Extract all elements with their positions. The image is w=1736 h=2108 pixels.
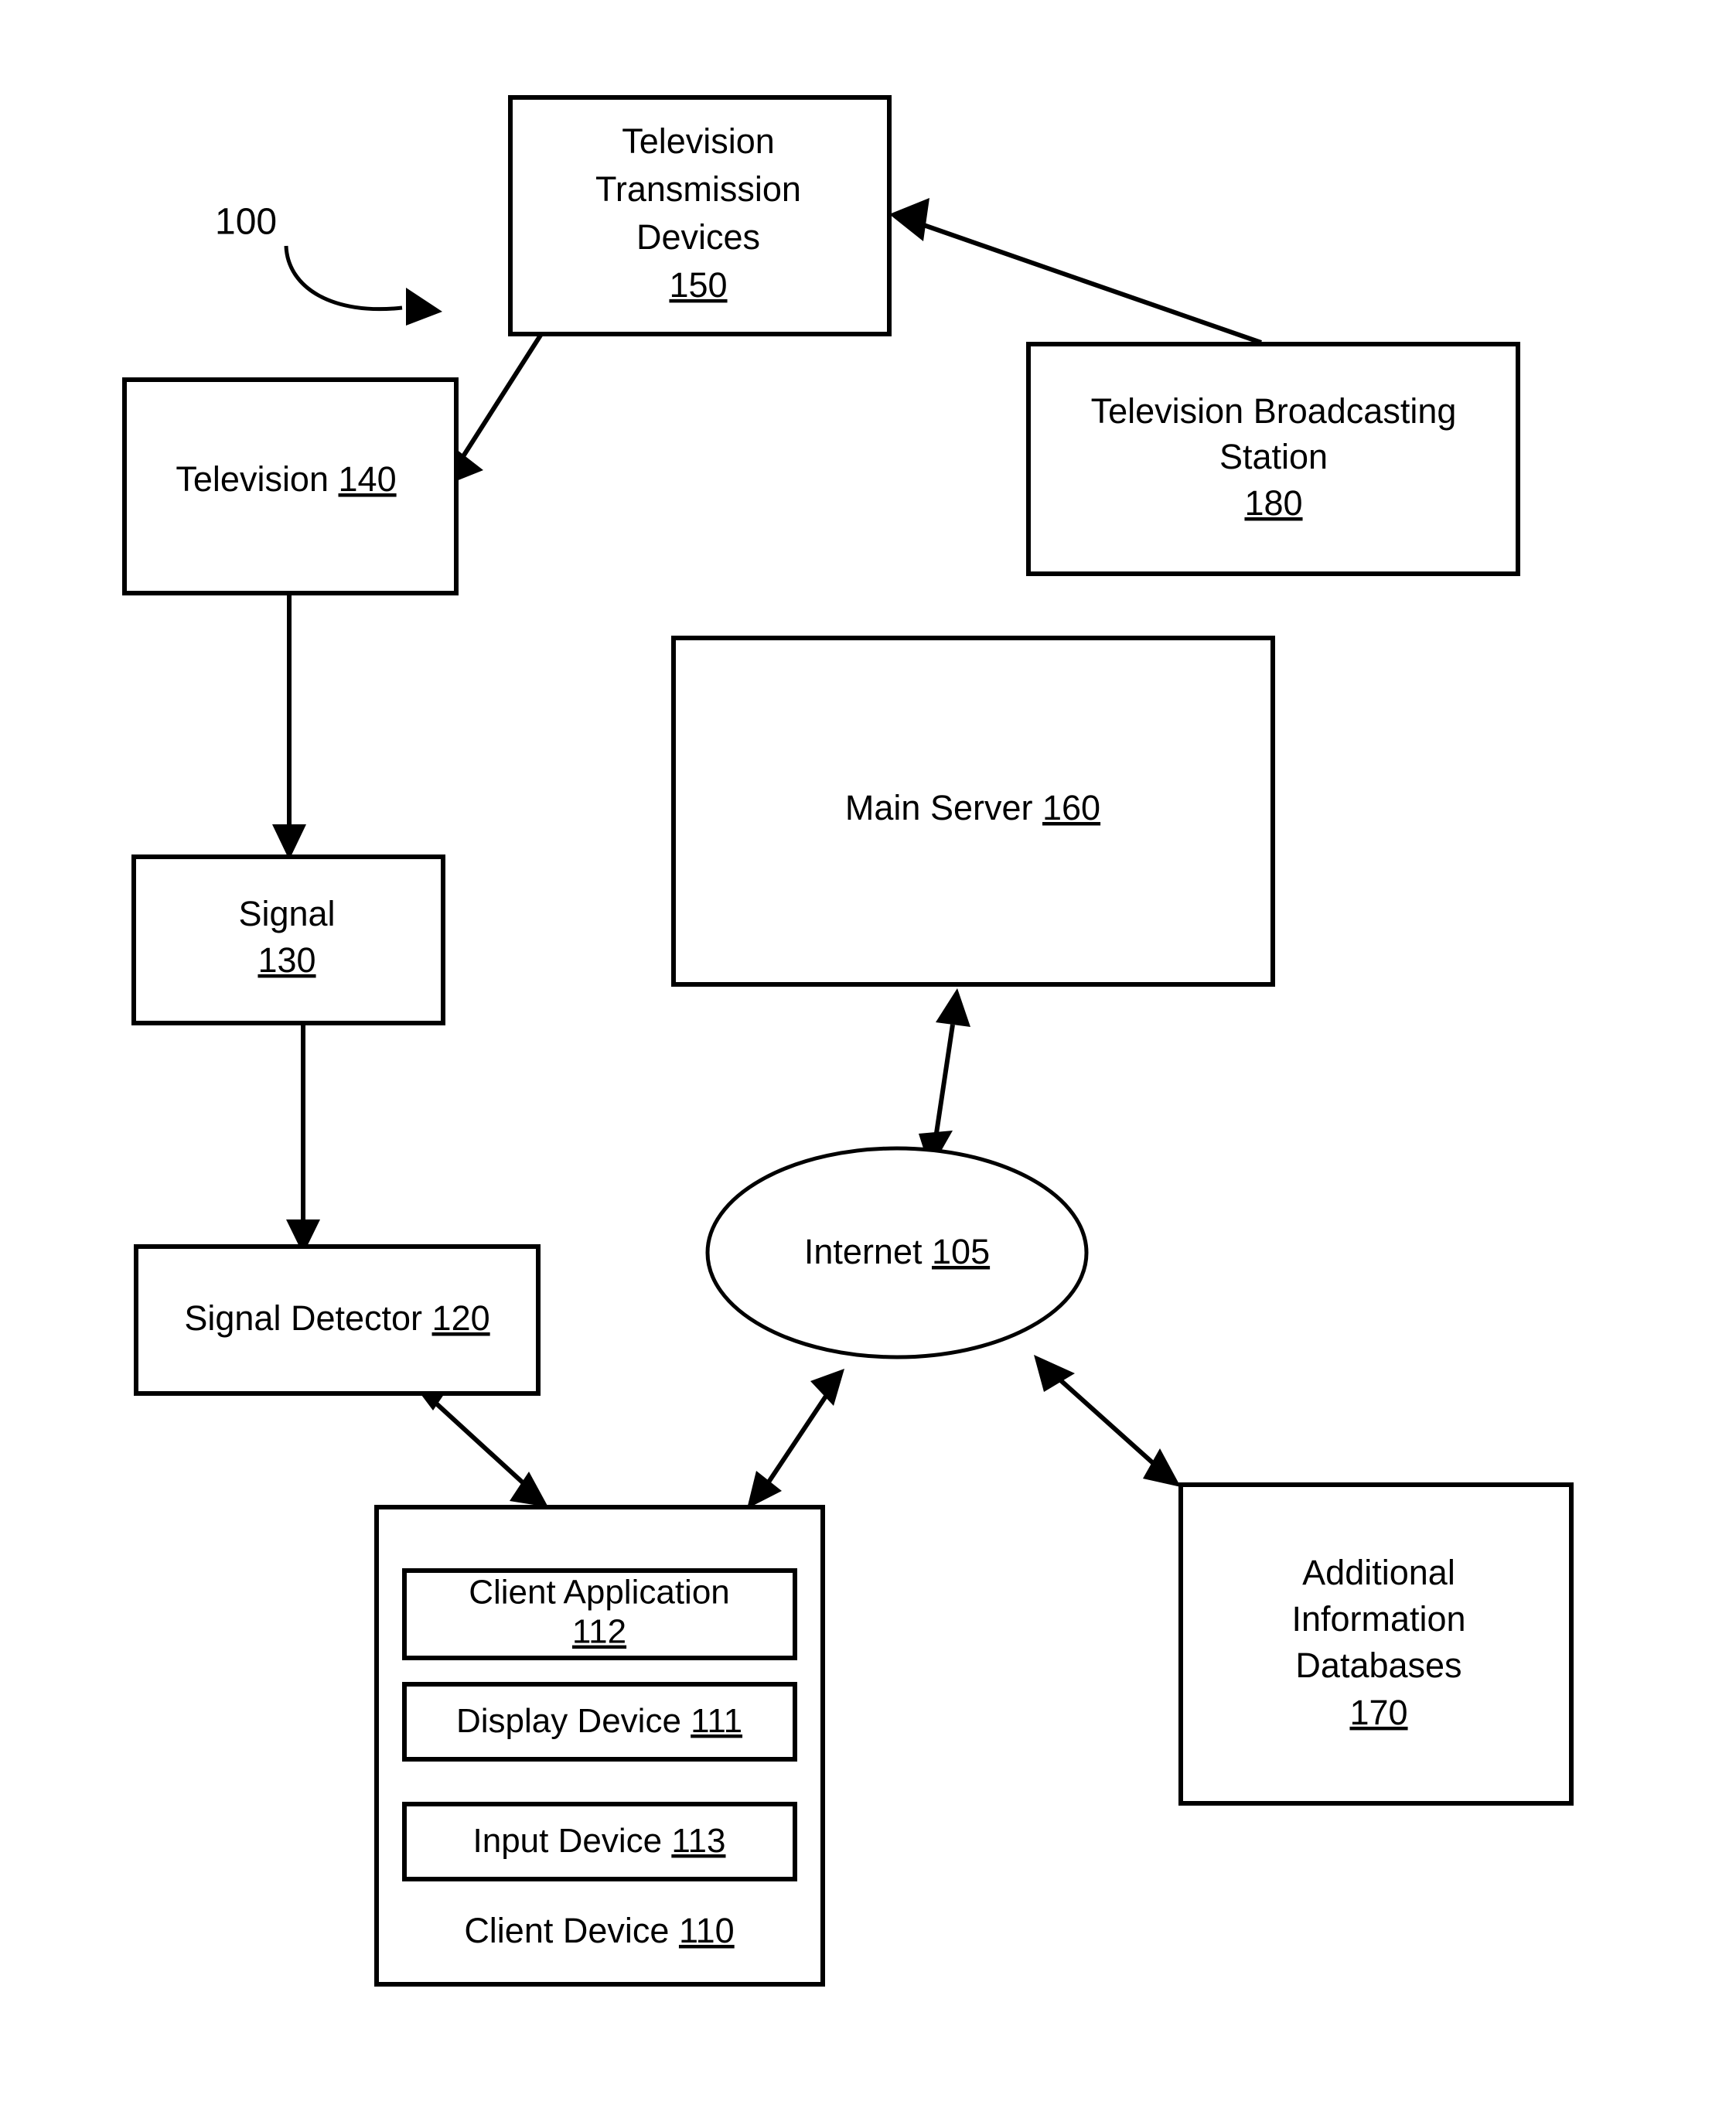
node-client-application-ref: 112 (572, 1613, 626, 1651)
node-television-transmission-devices-line3: Devices (636, 217, 760, 257)
node-television-ref: 140 (339, 459, 397, 499)
node-main-server-ref: 160 (1042, 788, 1100, 827)
system-architecture-diagram: Television Transmission Devices 150 Tele… (122, 95, 1574, 1987)
node-television-broadcasting-station-line1: Television Broadcasting (1091, 391, 1457, 431)
edge-broadcasting-to-transmission-arrowhead (889, 198, 929, 241)
node-input-device[interactable]: Input Device 113 (402, 1802, 797, 1881)
node-signal-label: Signal (238, 894, 335, 933)
node-main-server-label-text: Main Server (845, 788, 1033, 827)
figure-reference-arrowhead (406, 288, 442, 326)
node-display-device[interactable]: Display Device 111 (402, 1682, 797, 1762)
edge-broadcasting-to-transmission (889, 198, 1262, 345)
figure-reference-number: 100 (215, 202, 277, 243)
node-main-server-label: Main Server 160 (845, 788, 1100, 827)
node-additional-information-databases-line3: Databases (1295, 1646, 1461, 1685)
node-signal-detector[interactable]: Signal Detector 120 (134, 1244, 541, 1396)
edge-internet-to-main-server-line (933, 1024, 955, 1139)
edge-client-device-to-internet-arrowhead-down (747, 1471, 782, 1509)
node-display-device-label: Display Device 111 (456, 1702, 742, 1740)
node-internet-label-text: Internet (804, 1232, 923, 1271)
node-client-device-label: Client Device 110 (464, 1911, 734, 1950)
node-television-label: Television 140 (176, 459, 396, 499)
node-television-transmission-devices-ref: 150 (669, 265, 727, 305)
node-television-label-text: Television (176, 459, 329, 499)
edge-television-to-signal (272, 593, 306, 860)
node-television-broadcasting-station-line2: Station (1219, 437, 1328, 476)
node-internet-ref: 105 (932, 1232, 990, 1271)
edge-internet-to-main-server-arrowhead-up (936, 988, 970, 1027)
node-input-device-label-text: Input Device (473, 1822, 663, 1860)
node-client-device-label-text: Client Device (464, 1911, 669, 1950)
edge-transmission-to-television-line (455, 333, 544, 466)
edge-detector-to-client-device (410, 1380, 548, 1507)
patent-figure-canvas: Television Transmission Devices 150 Tele… (0, 0, 1736, 2108)
node-display-device-label-text: Display Device (456, 1702, 681, 1740)
node-client-device[interactable]: Client Application 112 Display Device 11… (374, 1505, 825, 1987)
node-internet[interactable]: Internet 105 (705, 1146, 1089, 1359)
node-additional-information-databases-line2: Information (1291, 1599, 1465, 1639)
node-television-transmission-devices[interactable]: Television Transmission Devices 150 (508, 95, 892, 336)
node-client-device-ref: 110 (679, 1911, 735, 1950)
node-additional-information-databases-line1: Additional (1302, 1553, 1455, 1592)
node-signal[interactable]: Signal 130 (131, 854, 445, 1025)
node-television-broadcasting-station-ref: 180 (1244, 483, 1302, 523)
node-input-device-ref: 113 (671, 1822, 725, 1860)
edge-client-device-to-internet-line (759, 1387, 834, 1494)
edge-internet-to-databases-line (1054, 1374, 1162, 1472)
edge-internet-to-databases (1034, 1355, 1181, 1487)
node-additional-information-databases-ref: 170 (1349, 1693, 1407, 1732)
node-additional-information-databases[interactable]: Additional Information Databases 170 (1178, 1482, 1574, 1806)
edge-client-device-to-internet-arrowhead-up (810, 1369, 844, 1406)
edge-internet-to-main-server (919, 988, 970, 1170)
node-internet-label: Internet 105 (804, 1232, 990, 1271)
node-television-transmission-devices-line2: Transmission (595, 169, 801, 209)
node-television-transmission-devices-line1: Television (622, 121, 775, 161)
edge-signal-to-detector (286, 1022, 320, 1254)
edge-detector-to-client-device-line (423, 1391, 536, 1495)
edge-broadcasting-to-transmission-line (914, 220, 1262, 345)
node-signal-detector-ref: 120 (432, 1298, 490, 1338)
node-signal-detector-label-text: Signal Detector (184, 1298, 422, 1338)
figure-reference-leader (284, 245, 442, 326)
edge-client-device-to-internet (747, 1369, 844, 1509)
node-signal-detector-label: Signal Detector 120 (184, 1298, 489, 1338)
figure-reference-curve (284, 245, 403, 312)
node-television[interactable]: Television 140 (122, 377, 459, 595)
node-client-application[interactable]: Client Application 112 (402, 1568, 797, 1660)
node-television-broadcasting-station[interactable]: Television Broadcasting Station 180 (1026, 342, 1520, 576)
node-display-device-ref: 111 (691, 1702, 742, 1740)
edge-internet-to-databases-arrowhead-down (1143, 1448, 1181, 1487)
node-signal-ref: 130 (258, 940, 315, 980)
node-client-application-label: Client Application (469, 1574, 730, 1612)
node-main-server[interactable]: Main Server 160 (671, 636, 1275, 987)
node-additional-information-databases-box[interactable] (1178, 1482, 1574, 1806)
node-input-device-label: Input Device 113 (473, 1822, 726, 1860)
